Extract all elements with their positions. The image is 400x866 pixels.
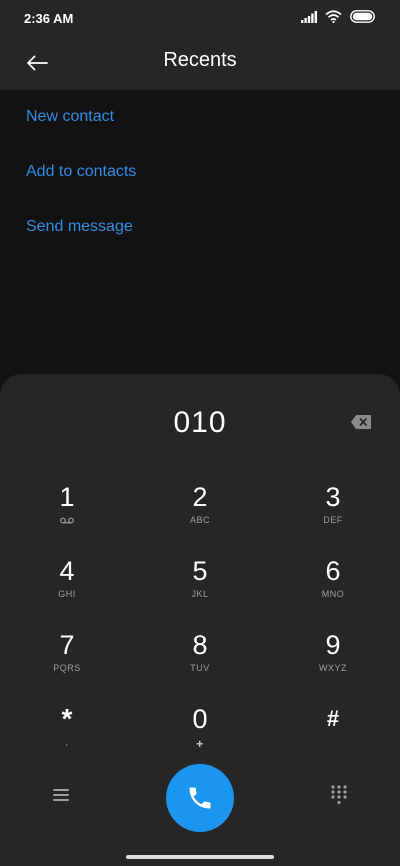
key-digit: 2 — [192, 482, 208, 512]
key-7[interactable]: 7 PQRS — [7, 630, 127, 694]
key-letters: PQRS — [53, 663, 81, 673]
key-digit: 8 — [192, 630, 208, 660]
page-title: Recents — [163, 49, 237, 71]
status-bar: 2:36 AM — [0, 0, 400, 36]
key-hash[interactable]: # — [273, 704, 393, 768]
key-digit: 3 — [325, 482, 341, 512]
key-star[interactable]: * , — [7, 704, 127, 768]
app-header: Recents — [0, 36, 400, 90]
key-1[interactable]: 1 — [7, 482, 127, 546]
battery-icon — [350, 10, 375, 23]
dialpad-toggle-button[interactable] — [328, 784, 350, 806]
key-letters: ABC — [189, 515, 210, 525]
key-6[interactable]: 6 MNO — [273, 556, 393, 620]
key-8[interactable]: 8 TUV — [140, 630, 260, 694]
key-letters: GHI — [58, 589, 76, 599]
key-digit: 1 — [59, 482, 75, 512]
key-2[interactable]: 2 ABC — [140, 482, 260, 546]
backspace-button[interactable] — [350, 414, 372, 430]
key-letters: WXYZ — [319, 663, 347, 673]
key-digit: # — [326, 706, 340, 731]
key-letters: JKL — [191, 589, 209, 599]
add-to-contacts-link[interactable]: Add to contacts — [26, 163, 136, 181]
wifi-icon — [325, 10, 342, 23]
menu-icon — [53, 789, 69, 801]
status-icons — [301, 10, 376, 23]
key-3[interactable]: 3 DEF — [273, 482, 393, 546]
key-digit: 9 — [325, 630, 341, 660]
key-5[interactable]: 5 JKL — [140, 556, 260, 620]
key-letters: MNO — [321, 589, 345, 599]
new-contact-link[interactable]: New contact — [26, 108, 114, 126]
voicemail-icon — [60, 517, 74, 524]
key-digit: 5 — [192, 556, 208, 586]
signal-icon — [301, 10, 317, 23]
key-digit: 4 — [59, 556, 75, 586]
key-0[interactable]: 0 + — [140, 704, 260, 768]
menu-button[interactable] — [50, 786, 72, 804]
key-letters: , — [65, 737, 69, 747]
key-letters: DEF — [323, 515, 343, 525]
status-time: 2:36 AM — [24, 11, 74, 26]
key-4[interactable]: 4 GHI — [7, 556, 127, 620]
dialpad-icon — [331, 785, 347, 805]
send-message-link[interactable]: Send message — [26, 218, 133, 236]
key-letters: TUV — [190, 663, 210, 673]
key-digit: 6 — [325, 556, 341, 586]
key-digit: 7 — [59, 630, 75, 660]
call-button[interactable] — [166, 764, 234, 832]
key-letters: + — [196, 737, 204, 751]
phone-icon — [189, 787, 211, 809]
home-indicator[interactable] — [126, 855, 274, 859]
backspace-icon — [351, 415, 371, 429]
dialed-number: 010 — [173, 406, 227, 439]
key-digit: * — [61, 703, 73, 734]
key-9[interactable]: 9 WXYZ — [273, 630, 393, 694]
key-digit: 0 — [192, 704, 208, 734]
dialer-panel: 010 1 2 ABC 3 DEF 4 GHI 5 JKL 6 MNO 7 PQ… — [0, 374, 400, 866]
